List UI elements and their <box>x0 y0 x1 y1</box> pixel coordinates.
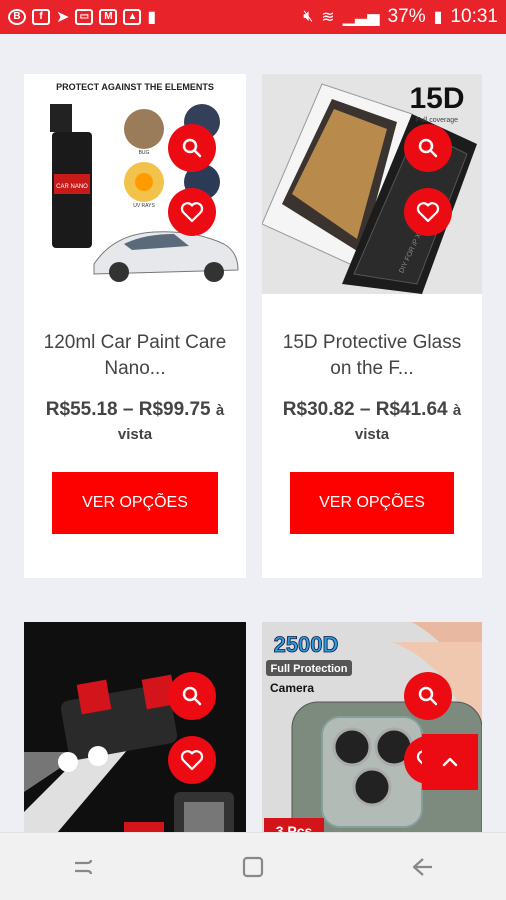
product-card[interactable]: PROTECT AGAINST THE ELEMENTS CAR NANO BU… <box>24 74 246 578</box>
b-app-icon: B <box>8 9 26 25</box>
search-icon <box>418 138 438 158</box>
search-icon <box>182 686 202 706</box>
image-badge: 2500D <box>274 632 339 657</box>
back-button[interactable] <box>402 847 442 887</box>
product-image[interactable]: 15D Full coverage DIY FOR iP X <box>262 74 482 294</box>
product-image[interactable]: 2500D Full Protection Camera 3 Pcs <box>262 622 482 832</box>
badge-bug: BUG <box>139 150 150 156</box>
price-range: R$55.18 – R$99.75 <box>45 399 211 420</box>
signal-icon: ▁▃▅ <box>342 9 380 26</box>
price-range: R$30.82 – R$41.64 <box>282 399 448 420</box>
recent-apps-icon <box>75 859 93 874</box>
quick-view-button[interactable] <box>168 124 216 172</box>
quick-view-button[interactable] <box>404 672 452 720</box>
product-grid: PROTECT AGAINST THE ELEMENTS CAR NANO BU… <box>0 34 506 832</box>
system-nav-bar <box>0 832 506 900</box>
image-badge-sub2: Camera <box>270 681 314 695</box>
facebook-icon: f <box>32 9 50 25</box>
wifi-icon: ≋ <box>321 9 335 26</box>
badge-uv: UV RAYS <box>133 203 155 209</box>
product-title[interactable]: 15D Protective Glass on the F... <box>272 330 472 382</box>
recent-apps-button[interactable] <box>64 847 104 887</box>
wishlist-button[interactable] <box>168 736 216 784</box>
product-price: R$55.18 – R$99.75 à vista <box>30 398 240 446</box>
image-badge-sub: Full Protection <box>271 663 348 675</box>
product-card[interactable]: 2500D Full Protection Camera 3 Pcs <box>262 622 482 832</box>
image-caption: PROTECT AGAINST THE ELEMENTS <box>56 82 214 92</box>
status-bar: B f ➤ ▭ M ▲ ▮ 🔇︎ ≋ ▁▃▅ 37% ▮ 10:31 <box>0 0 506 34</box>
wishlist-button[interactable] <box>168 188 216 236</box>
image-badge-sub: Full coverage <box>416 117 458 124</box>
bottle-label: CAR NANO <box>56 184 88 190</box>
screen-icon: ▭ <box>75 9 94 25</box>
product-card[interactable]: 15D Full coverage DIY FOR iP X 15D Prote… <box>262 74 482 578</box>
heart-icon <box>180 750 204 771</box>
image-corner: 3 Pcs <box>276 823 313 832</box>
search-icon <box>418 686 438 706</box>
battery-percent: 37% <box>387 6 426 27</box>
search-icon <box>182 138 202 158</box>
gmail-icon: M <box>99 9 118 25</box>
chevron-up-icon <box>442 757 458 767</box>
image-icon: ▲ <box>123 9 142 25</box>
product-image[interactable] <box>24 622 246 832</box>
quick-view-button[interactable] <box>168 672 216 720</box>
home-button[interactable] <box>233 847 273 887</box>
quick-view-button[interactable] <box>404 124 452 172</box>
heart-icon <box>416 202 440 223</box>
mute-icon: 🔇︎ <box>303 8 314 25</box>
product-image[interactable]: PROTECT AGAINST THE ELEMENTS CAR NANO BU… <box>24 74 246 294</box>
battery-icon: ▮ <box>433 9 443 26</box>
scroll-to-top-button[interactable] <box>422 734 478 790</box>
view-options-button[interactable]: VER OPÇÕES <box>52 472 218 534</box>
product-price: R$30.82 – R$41.64 à vista <box>268 398 476 446</box>
product-card[interactable] <box>24 622 246 832</box>
product-title[interactable]: 120ml Car Paint Care Nano... <box>34 330 236 382</box>
telegram-icon: ➤ <box>56 9 70 26</box>
clock: 10:31 <box>450 6 498 27</box>
view-options-button[interactable]: VER OPÇÕES <box>290 472 454 534</box>
wishlist-button[interactable] <box>404 188 452 236</box>
image-badge: 15D <box>409 82 464 115</box>
sd-card-icon: ▮ <box>147 9 157 26</box>
home-icon <box>242 856 264 877</box>
back-icon <box>412 857 432 876</box>
heart-icon <box>180 202 204 223</box>
